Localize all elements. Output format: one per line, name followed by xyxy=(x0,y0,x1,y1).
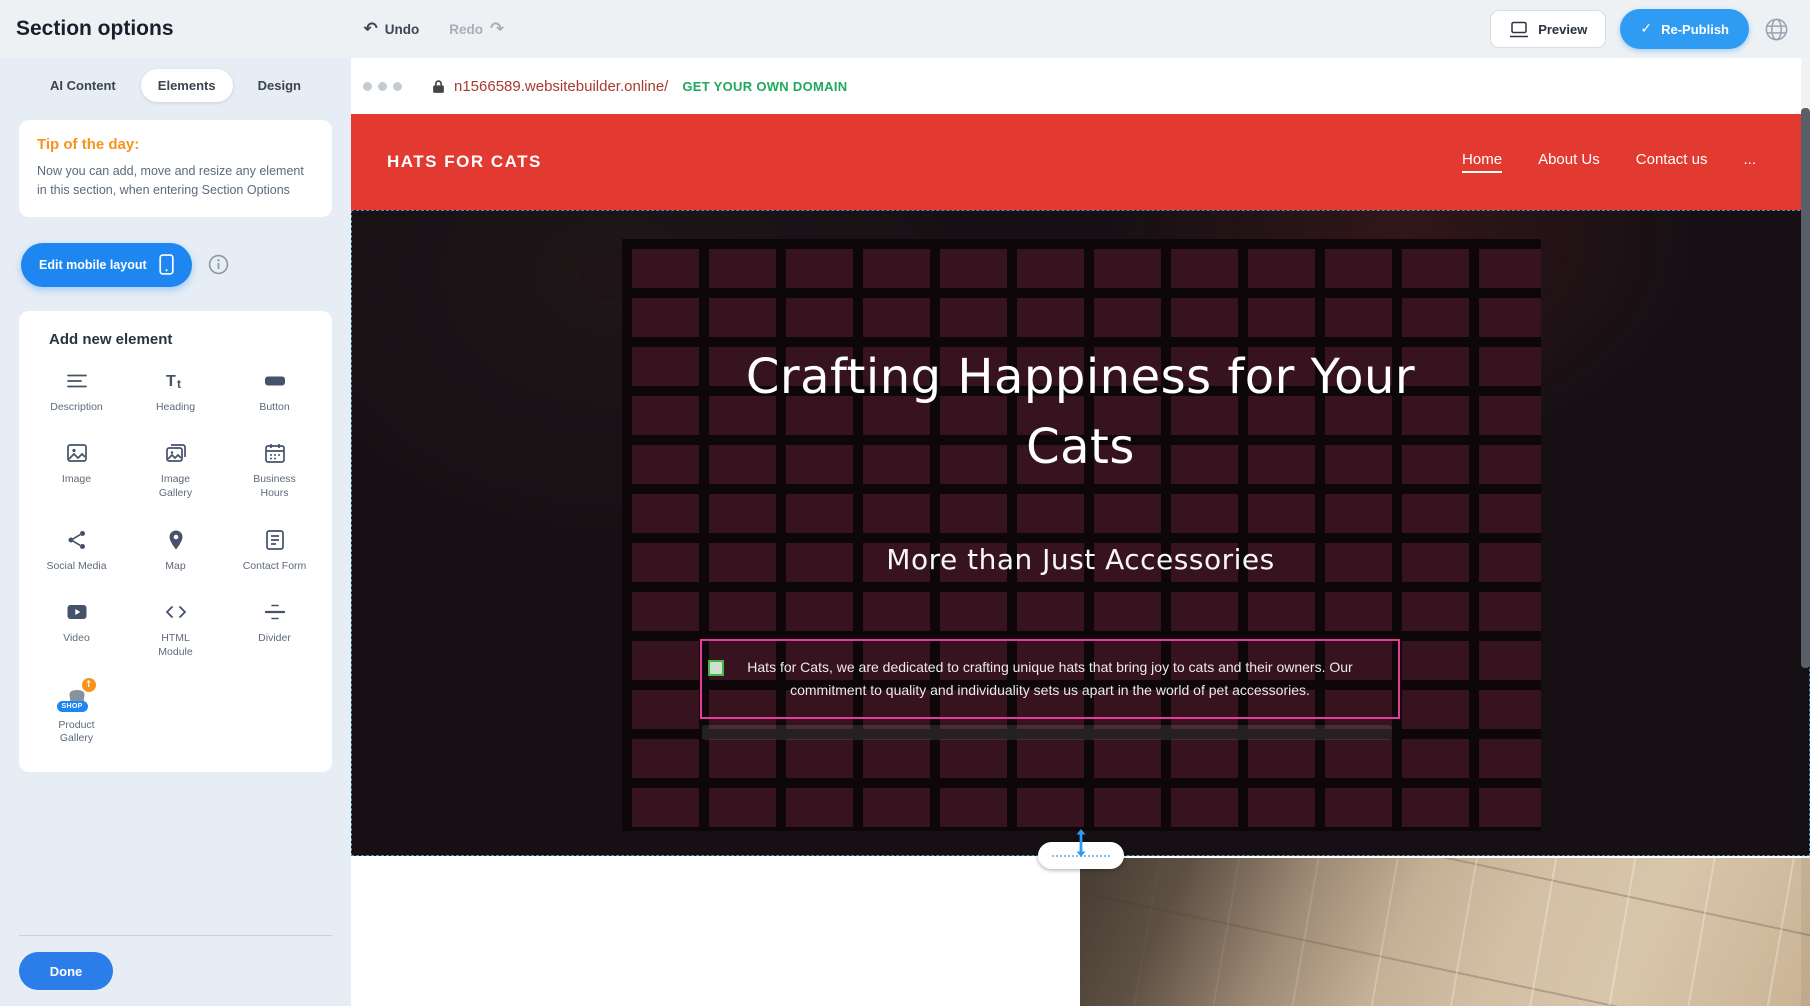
republish-label: Re-Publish xyxy=(1661,22,1729,37)
element-contact-form[interactable]: Contact Form xyxy=(225,527,324,574)
website-builder-app: Section options ↶ Undo Redo ↷ Preview ✓ … xyxy=(0,0,1810,1006)
window-dot-icon xyxy=(363,82,372,91)
sidebar-tabs: AI Content Elements Design xyxy=(19,64,332,106)
element-business-hours[interactable]: Business Hours xyxy=(225,440,324,500)
element-hover-ghost xyxy=(702,725,1392,740)
element-button[interactable]: Button xyxy=(225,368,324,415)
paragraph-element-selected[interactable]: Hats for Cats, we are dedicated to craft… xyxy=(700,639,1400,719)
redo-button[interactable]: Redo ↷ xyxy=(449,19,504,39)
window-dot-icon xyxy=(393,82,402,91)
done-button[interactable]: Done xyxy=(19,952,113,990)
hero-paragraph: Hats for Cats, we are dedicated to craft… xyxy=(712,656,1388,702)
nav-contact-us[interactable]: Contact us xyxy=(1636,151,1708,173)
topbar-actions: Preview ✓ Re-Publish xyxy=(1490,9,1794,49)
preview-monitor-icon xyxy=(1509,21,1529,38)
element-product-gallery[interactable]: SHOP ↑ Product Gallery xyxy=(27,686,126,746)
add-element-heading: Add new element xyxy=(49,331,324,348)
svg-text:t: t xyxy=(177,377,181,391)
element-heading[interactable]: Tt Heading xyxy=(126,368,225,415)
browser-chrome-bar: n1566589.websitebuilder.online/ GET YOUR… xyxy=(351,58,1810,114)
site-nav: Home About Us Contact us ... xyxy=(1462,151,1774,173)
sidebar-divider xyxy=(19,935,332,936)
site-url: n1566589.websitebuilder.online/ xyxy=(454,78,668,95)
republish-button[interactable]: ✓ Re-Publish xyxy=(1620,9,1749,49)
image-gallery-icon xyxy=(164,440,188,466)
element-grid: Description Tt Heading Button xyxy=(27,368,324,746)
preview-button[interactable]: Preview xyxy=(1490,10,1606,48)
svg-text:T: T xyxy=(166,373,176,390)
nav-home[interactable]: Home xyxy=(1462,151,1502,173)
site-header: HATS FOR CATS Home About Us Contact us .… xyxy=(351,114,1810,210)
site-logo[interactable]: HATS FOR CATS xyxy=(387,152,542,172)
nav-about-us[interactable]: About Us xyxy=(1538,151,1600,173)
edit-mobile-layout-button[interactable]: Edit mobile layout xyxy=(21,243,192,287)
map-pin-icon xyxy=(164,527,188,553)
lock-icon xyxy=(432,79,445,94)
mobile-layout-row: Edit mobile layout xyxy=(19,243,332,287)
check-icon: ✓ xyxy=(1640,21,1652,37)
nav-more[interactable]: ... xyxy=(1743,151,1756,173)
hero-section-selected[interactable]: Crafting Happiness for Your Cats More th… xyxy=(351,210,1810,856)
upgrade-badge-icon: ↑ xyxy=(82,678,96,692)
scrollbar-thumb[interactable] xyxy=(1801,108,1810,668)
undo-label: Undo xyxy=(385,22,420,37)
business-hours-icon xyxy=(263,440,287,466)
social-media-icon xyxy=(65,527,89,553)
site-preview-area: n1566589.websitebuilder.online/ GET YOUR… xyxy=(351,58,1810,1006)
element-description[interactable]: Description xyxy=(27,368,126,415)
shop-badge: SHOP xyxy=(57,701,88,712)
element-map[interactable]: Map xyxy=(126,527,225,574)
section-options-sidebar: AI Content Elements Design Tip of the da… xyxy=(0,58,351,1006)
add-new-element-card: Add new element Description Tt Heading xyxy=(19,311,332,772)
undo-button[interactable]: ↶ Undo xyxy=(364,19,420,39)
hero-heading[interactable]: Crafting Happiness for Your Cats xyxy=(352,343,1809,482)
undo-icon: ↶ xyxy=(364,19,378,39)
element-video[interactable]: Video xyxy=(27,599,126,659)
history-controls: ↶ Undo Redo ↷ xyxy=(364,19,505,39)
redo-icon: ↷ xyxy=(490,19,504,39)
heading-icon: Tt xyxy=(164,368,188,394)
language-globe-icon[interactable] xyxy=(1763,16,1790,43)
tab-elements[interactable]: Elements xyxy=(141,69,233,102)
video-icon xyxy=(65,599,89,625)
hero-subheading[interactable]: More than Just Accessories xyxy=(352,543,1809,576)
element-image-gallery[interactable]: Image Gallery xyxy=(126,440,225,500)
element-resize-handle[interactable] xyxy=(708,660,724,676)
button-icon xyxy=(263,368,287,394)
element-html-module[interactable]: HTML Module xyxy=(126,599,225,659)
image-icon xyxy=(65,440,89,466)
element-divider[interactable]: Divider xyxy=(225,599,324,659)
info-icon[interactable] xyxy=(208,254,229,275)
next-section xyxy=(351,856,1810,1006)
divider-icon xyxy=(263,599,287,625)
page-title: Section options xyxy=(16,17,174,41)
contact-form-icon xyxy=(263,527,287,553)
element-social-media[interactable]: Social Media xyxy=(27,527,126,574)
description-icon xyxy=(65,368,89,394)
phone-icon xyxy=(159,254,174,275)
tile-wall-background xyxy=(622,239,1541,831)
redo-label: Redo xyxy=(449,22,483,37)
window-dot-icon xyxy=(378,82,387,91)
tip-body: Now you can add, move and resize any ele… xyxy=(37,162,314,201)
tip-of-the-day-card: Tip of the day: Now you can add, move an… xyxy=(19,120,332,217)
product-gallery-icon: SHOP ↑ xyxy=(65,686,89,712)
edit-mobile-layout-label: Edit mobile layout xyxy=(39,258,147,272)
element-image[interactable]: Image xyxy=(27,440,126,500)
tip-title: Tip of the day: xyxy=(37,136,314,153)
get-your-own-domain-link[interactable]: GET YOUR OWN DOMAIN xyxy=(682,79,847,94)
section-resize-handle[interactable] xyxy=(1038,842,1124,869)
tab-ai-content[interactable]: AI Content xyxy=(33,69,133,102)
topbar: Section options ↶ Undo Redo ↷ Preview ✓ … xyxy=(0,0,1810,58)
tab-design[interactable]: Design xyxy=(241,69,318,102)
html-module-icon xyxy=(164,599,188,625)
resize-arrows-icon xyxy=(1075,829,1087,857)
scrollbar-track[interactable] xyxy=(1801,58,1810,1006)
preview-label: Preview xyxy=(1538,22,1587,37)
paving-stones-photo xyxy=(1080,858,1810,1006)
